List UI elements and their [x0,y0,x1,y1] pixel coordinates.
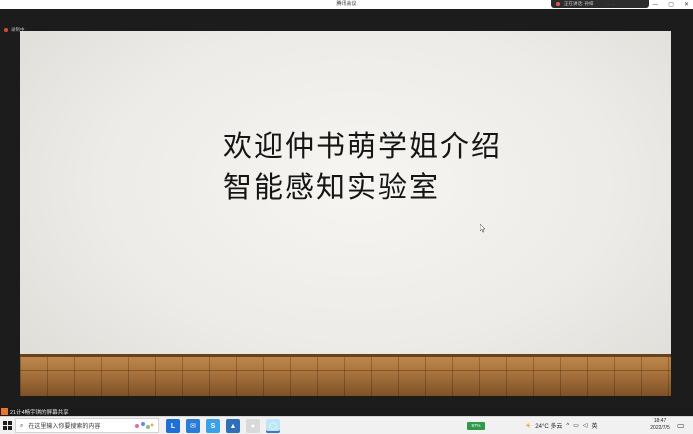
record-icon [4,28,8,32]
shared-slide: 欢迎仲书萌学姐介绍 智能感知实验室 [20,31,671,396]
share-status-bar: 21计4畅宇琪的屏幕共享 [0,407,693,416]
taskbar-app-mail-icon[interactable]: ✉ [186,419,200,433]
taskbar-app-task-view-icon[interactable]: L [166,419,180,433]
speaking-indicator[interactable]: 正在讲话: 孙梓 ···· [551,0,649,8]
system-tray: ☀ 24°C 多云 ^ ▭ ◁ 英 [525,417,598,434]
battery-indicator[interactable]: 97% [467,422,485,430]
taskbar: ⌕ 在这里输入你要搜索的内容 L ✉ S ▲ ● ◯ 97% ☀ 24°C 多云 ^ ▭ … [0,416,693,434]
weather-icon: ☀ [525,422,532,430]
close-button[interactable]: ✕ [684,1,689,8]
taskbar-app-meeting-icon[interactable]: ◯ [266,419,280,433]
weather-text[interactable]: 24°C 多云 [535,421,562,430]
mic-icon [556,2,560,6]
clock-date: 2022/7/5 [650,425,670,431]
taskbar-app-browser-icon[interactable]: S [206,419,220,433]
taskbar-apps: L ✉ S ▲ ● ◯ [166,419,280,433]
search-highlight-icon [135,422,154,429]
network-icon[interactable]: ▭ [573,422,579,429]
wood-floor [20,354,671,396]
window-controls: — ▢ ✕ [652,0,689,9]
share-status-text: 21计4畅宇琪的屏幕共享 [10,409,69,416]
screen-share-icon [1,408,8,415]
ime-indicator[interactable]: 英 [591,421,597,430]
search-icon: ⌕ [20,421,24,429]
clock-time: 18:47 [653,418,667,424]
volume-icon[interactable]: ◁ [583,422,588,429]
mouse-cursor-icon [480,224,486,233]
notification-icon[interactable]: ▭ [677,421,685,430]
slide-title-line-1: 欢迎仲书萌学姐介绍 [223,129,503,163]
taskbar-app-photos-icon[interactable]: ▲ [226,419,240,433]
chevron-up-icon[interactable]: ^ [566,423,569,429]
taskbar-app-chrome-icon[interactable]: ● [246,419,260,433]
minimize-button[interactable]: — [652,1,658,8]
maximize-button[interactable]: ▢ [668,1,674,8]
windows-start-icon[interactable] [3,421,12,430]
search-placeholder: 在这里输入你要搜索的内容 [28,424,101,430]
taskbar-search-box[interactable]: ⌕ 在这里输入你要搜索的内容 [15,418,159,433]
clock[interactable]: 18:47 2022/7/5 [646,418,674,432]
slide-title-line-2: 智能感知实验室 [223,170,441,204]
speaking-text: 正在讲话: 孙梓 [564,1,594,6]
more-icon: ···· [605,1,616,7]
